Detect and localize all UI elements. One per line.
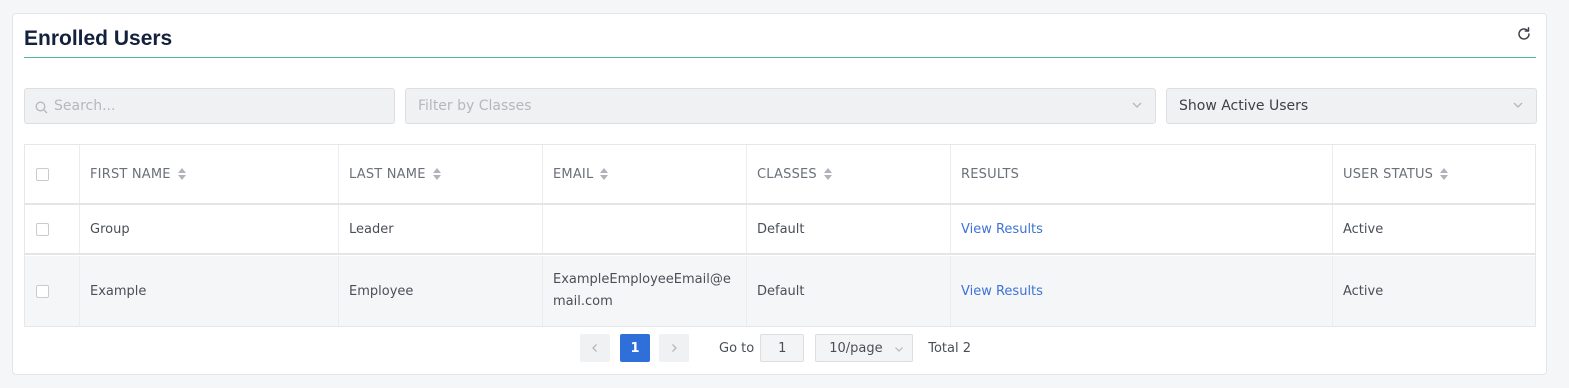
sort-icon[interactable] [177,168,186,180]
user-status-cell: Active [1343,221,1384,237]
column-label: USER STATUS [1343,166,1434,182]
next-page-button[interactable] [659,334,689,362]
user-status-value: Show Active Users [1179,98,1309,114]
page-size-select[interactable]: 10/page [815,334,914,362]
column-header-email[interactable]: EMAIL [543,145,747,203]
chevron-right-icon [672,344,677,352]
last-name-cell: Leader [339,205,543,253]
classes-cell: Default [747,205,951,253]
column-header-classes[interactable]: CLASSES [747,145,951,203]
user-status-cell: Active [1343,283,1384,299]
prev-page-button[interactable] [580,334,610,362]
users-table: FIRST NAME LAST NAME EMAIL CLASSES RESUL… [24,144,1536,327]
results-cell: View Results [951,256,1333,326]
column-label: CLASSES [757,166,817,182]
column-header-user-status[interactable]: USER STATUS [1333,145,1535,203]
row-checkbox-cell [25,256,80,326]
first-name-cell: Group [80,205,339,253]
table-row: Group Leader Default View Results Active [25,205,1535,255]
chevron-down-icon [1513,102,1523,108]
page-title: Enrolled Users [24,27,173,50]
column-label: FIRST NAME [90,166,171,182]
table-header-row: FIRST NAME LAST NAME EMAIL CLASSES RESUL… [25,145,1535,205]
refresh-icon[interactable] [1514,24,1534,44]
classes-filter-select[interactable]: Filter by Classes [405,88,1156,124]
column-label: EMAIL [553,166,594,182]
classes-filter-placeholder: Filter by Classes [418,98,532,114]
page-number-button[interactable]: 1 [620,334,650,362]
results-cell: View Results [951,205,1333,253]
user-status-select[interactable]: Show Active Users [1166,88,1537,124]
row-checkbox-cell [25,205,80,253]
goto-page-input[interactable]: 1 [760,334,805,362]
pagination: 1 Go to 1 10/page Total 2 [580,333,971,363]
column-header-last-name[interactable]: LAST NAME [339,145,543,203]
table-row: Example Employee ExampleEmployeeEmail@em… [25,256,1535,326]
column-header-results: RESULTS [951,145,1333,203]
chevron-left-icon [592,344,597,352]
card-header: Enrolled Users [24,14,1536,58]
classes-cell: Default [747,256,951,326]
row-checkbox[interactable] [36,284,49,298]
column-label: LAST NAME [349,166,426,182]
view-results-link[interactable]: View Results [961,222,1043,237]
enrolled-users-card: Enrolled Users Search... Filter by Class… [12,13,1547,375]
select-all-checkbox[interactable] [36,167,49,181]
row-checkbox[interactable] [36,222,49,236]
chevron-down-icon [1132,102,1142,108]
sort-icon[interactable] [1440,168,1449,180]
email-cell [543,205,747,253]
email-cell: ExampleEmployeeEmail@email.com [543,256,747,326]
search-placeholder: Search... [54,98,116,114]
sort-icon[interactable] [432,168,441,180]
total-count: Total 2 [928,340,971,356]
last-name-cell: Employee [339,256,543,326]
first-name-cell: Example [80,256,339,326]
chevron-down-icon [895,347,904,352]
sort-icon[interactable] [600,168,609,180]
email-text: ExampleEmployeeEmail@email.com [553,272,731,309]
search-input[interactable]: Search... [24,88,395,124]
sort-icon[interactable] [823,168,832,180]
view-results-link[interactable]: View Results [961,284,1043,299]
header-checkbox-cell [25,145,80,203]
column-header-first-name[interactable]: FIRST NAME [80,145,339,203]
goto-label: Go to [719,340,755,356]
column-label: RESULTS [961,166,1020,182]
filter-bar: Search... Filter by Classes Show Active … [24,88,1537,124]
page-size-value: 10/page [829,340,883,356]
search-icon [35,101,48,114]
